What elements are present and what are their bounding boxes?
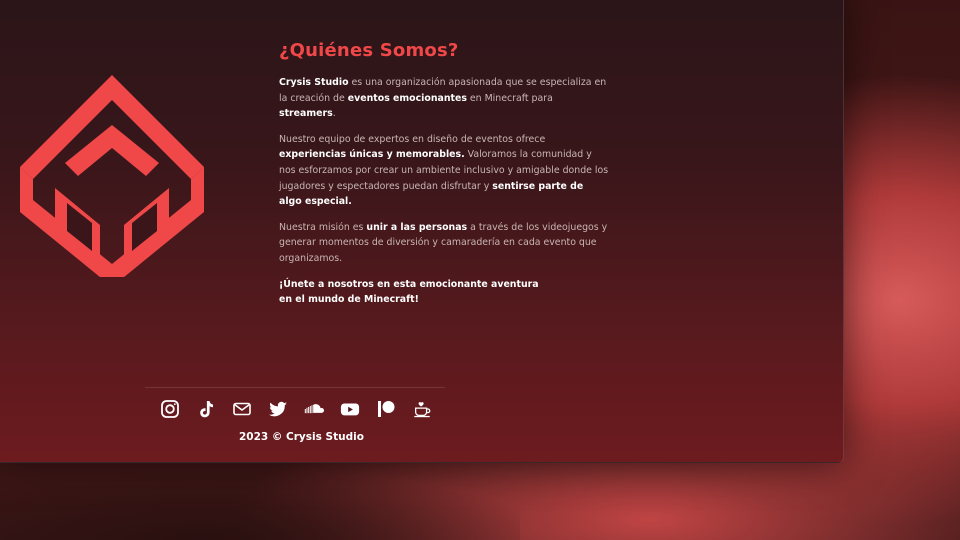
about-paragraph-3: Nuestra misión es unir a las personas a … [279,220,609,267]
emphasis-text: unir a las personas [366,221,468,233]
about-section: ¿Quiénes Somos? Crysis Studio es una org… [279,40,609,308]
youtube-icon[interactable] [340,399,360,419]
about-paragraph-1: Crysis Studio es una organización apasio… [279,75,609,122]
about-paragraph-2: Nuestro equipo de expertos en diseño de … [279,132,609,210]
cta-line-2: en el mundo de Minecraft! [279,294,419,306]
kofi-icon[interactable] [412,399,432,419]
crysis-studio-logo [20,75,204,277]
section-title: ¿Quiénes Somos? [279,40,459,61]
body-text: Nuestra misión es [279,221,367,233]
twitter-icon[interactable] [268,399,288,419]
body-text: Nuestro equipo de expertos en diseño de … [279,133,546,145]
instagram-icon[interactable] [160,399,180,419]
emphasis-text: experiencias únicas y memorables. [279,149,465,161]
emphasis-text: eventos emocionantes [347,92,467,104]
backdrop-shadow [0,460,520,540]
patreon-icon[interactable] [376,399,396,419]
social-links [160,399,432,419]
email-icon[interactable] [232,399,252,419]
emphasis-text: Crysis Studio [279,77,349,88]
tiktok-icon[interactable] [196,399,216,419]
body-text: . [332,108,336,120]
body-text: en Minecraft para [466,92,553,104]
call-to-action: ¡Únete a nosotros en esta emocionante av… [279,277,609,308]
cta-line-1: ¡Únete a nosotros en esta emocionante av… [279,278,539,290]
page-window: ¿Quiénes Somos? Crysis Studio es una org… [0,0,844,463]
soundcloud-icon[interactable] [304,399,324,419]
copyright-text: 2023 © Crysis Studio [239,431,364,443]
footer-divider [145,387,445,388]
emphasis-text: streamers [279,108,333,120]
